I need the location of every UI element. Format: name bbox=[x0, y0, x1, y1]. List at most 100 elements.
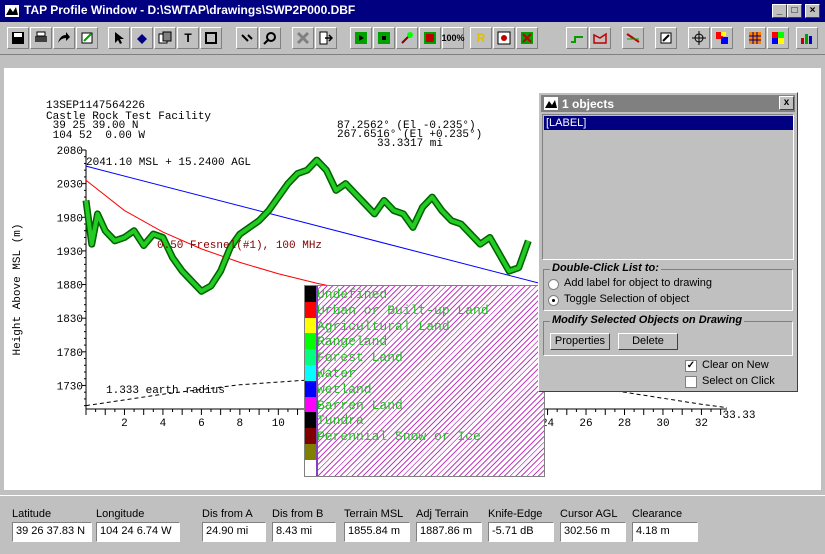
bar-chart-icon[interactable] bbox=[796, 27, 818, 49]
maximize-button[interactable]: □ bbox=[787, 4, 802, 18]
minimize-button[interactable]: _ bbox=[772, 4, 787, 18]
edit-properties-icon[interactable] bbox=[76, 27, 98, 49]
add-label-radio[interactable] bbox=[548, 279, 559, 290]
legend-swatch bbox=[305, 301, 316, 318]
app-icon bbox=[5, 5, 19, 17]
status-label: Dis from B bbox=[272, 508, 324, 520]
x-tick-label: 6 bbox=[198, 418, 205, 430]
toggle-selection-radio[interactable] bbox=[548, 295, 559, 306]
frame-icon[interactable] bbox=[200, 27, 222, 49]
legend-swatch bbox=[305, 286, 316, 302]
status-label: Terrain MSL bbox=[344, 508, 404, 520]
status-value: -5.71 dB bbox=[488, 522, 554, 542]
double-click-group: Double-Click List to: Add label for obje… bbox=[543, 262, 793, 311]
status-label: Clearance bbox=[632, 508, 683, 520]
properties-button[interactable]: Properties bbox=[550, 333, 610, 350]
legend-label: Tundra bbox=[317, 413, 364, 429]
x-tick-label: 2 bbox=[121, 418, 128, 430]
dialog-close-button[interactable]: x bbox=[779, 96, 794, 110]
wand-icon[interactable] bbox=[396, 27, 418, 49]
crosshair-icon[interactable] bbox=[688, 27, 710, 49]
earth-radius-label: 1.333 earth radius bbox=[106, 385, 225, 397]
y-tick-label: 1730 bbox=[57, 381, 83, 393]
palette-icon[interactable] bbox=[767, 27, 789, 49]
y-tick-label: 1880 bbox=[57, 281, 83, 293]
y-tick-label: 1780 bbox=[57, 348, 83, 360]
text-tool-icon[interactable]: T bbox=[177, 27, 199, 49]
site-longitude: 104 52 0.00 W bbox=[46, 130, 146, 142]
select-on-click-label: Select on Click bbox=[702, 375, 775, 387]
legend-swatch bbox=[305, 412, 316, 429]
legend-label: Undefined bbox=[317, 287, 388, 302]
fresnel-zone-icon[interactable] bbox=[622, 27, 644, 49]
grid-icon[interactable] bbox=[744, 27, 766, 49]
record-icon[interactable] bbox=[493, 27, 515, 49]
pan-icon[interactable] bbox=[655, 27, 677, 49]
probe-icon[interactable] bbox=[236, 27, 258, 49]
status-label: Adj Terrain bbox=[416, 508, 469, 520]
status-value: 8.43 mi bbox=[272, 522, 336, 542]
zoom-100-icon[interactable]: 100% bbox=[441, 27, 465, 49]
y-axis-label: Height Above MSL (m) bbox=[12, 223, 24, 355]
color-icon[interactable] bbox=[711, 27, 733, 49]
legend-label: Barren Land bbox=[317, 397, 403, 413]
status-value: 4.18 m bbox=[632, 522, 698, 542]
land-use-legend: Undefined Urban or Built-up Land Agricultu… bbox=[304, 285, 545, 477]
delete-x-icon[interactable] bbox=[292, 27, 314, 49]
objects-dialog: 1 objects x [LABEL] Double-Click List to… bbox=[538, 92, 798, 392]
list-item[interactable]: [LABEL] bbox=[544, 116, 793, 130]
pointer-icon[interactable] bbox=[108, 27, 130, 49]
export-arrow-icon[interactable] bbox=[53, 27, 75, 49]
save-icon[interactable] bbox=[7, 27, 29, 49]
status-value: 302.56 m bbox=[560, 522, 626, 542]
title-bar: TAP Profile Window - D:\SWTAP\drawings\S… bbox=[0, 0, 825, 22]
x-tick-label: 30 bbox=[656, 418, 669, 430]
r-tool-icon[interactable]: R bbox=[470, 27, 492, 49]
legend-label: Perennial Snow or Ice bbox=[317, 429, 481, 445]
legend-label: Forest Land bbox=[317, 350, 403, 366]
delete-button[interactable]: Delete bbox=[618, 333, 678, 350]
legend-swatch bbox=[305, 349, 316, 366]
clear-on-new-label: Clear on New bbox=[702, 359, 769, 371]
x-tick-label: 4 bbox=[160, 418, 167, 430]
magnify-icon[interactable] bbox=[259, 27, 281, 49]
legend-swatch bbox=[305, 396, 316, 413]
terrain-profile-icon[interactable] bbox=[589, 27, 611, 49]
status-label: Dis from A bbox=[202, 508, 253, 520]
legend-label: Urban or Built-up Land bbox=[317, 302, 489, 318]
x-tick-label: 28 bbox=[618, 418, 631, 430]
add-label-text: Add label for object to drawing bbox=[564, 277, 712, 289]
clear-on-new-checkbox[interactable]: ✓ bbox=[685, 360, 697, 372]
y-tick-label: 2030 bbox=[57, 180, 83, 192]
legend-item bbox=[305, 459, 544, 478]
close-button[interactable]: × bbox=[805, 4, 820, 18]
x-max-label: 33.33 bbox=[722, 410, 755, 422]
dialog-title-bar[interactable]: 1 objects x bbox=[541, 95, 795, 112]
layers-icon[interactable] bbox=[154, 27, 176, 49]
legend-label: Wetland bbox=[317, 381, 372, 397]
print-icon[interactable] bbox=[30, 27, 52, 49]
legend-label: Water bbox=[317, 366, 357, 381]
status-value: 1855.84 m bbox=[344, 522, 410, 542]
modify-group-title: Modify Selected Objects on Drawing bbox=[550, 314, 745, 326]
insert-icon[interactable] bbox=[315, 27, 337, 49]
legend-swatch bbox=[305, 459, 316, 476]
red-box-icon[interactable] bbox=[419, 27, 441, 49]
legend-swatch bbox=[305, 380, 316, 397]
green-dot-icon[interactable] bbox=[373, 27, 395, 49]
stop-icon[interactable] bbox=[516, 27, 538, 49]
legend-swatch bbox=[305, 317, 316, 334]
green-play-icon[interactable] bbox=[350, 27, 372, 49]
fill-icon[interactable] bbox=[131, 27, 153, 49]
legend-swatch bbox=[305, 428, 316, 445]
y-tick-label: 2080 bbox=[57, 146, 83, 158]
objects-list[interactable]: [LABEL] bbox=[542, 114, 794, 260]
legend-label: Agricultural Land bbox=[317, 318, 450, 334]
y-tick-label: 1930 bbox=[57, 247, 83, 259]
x-tick-label: 32 bbox=[695, 418, 708, 430]
double-click-group-title: Double-Click List to: bbox=[550, 262, 661, 274]
legend-swatch bbox=[305, 365, 316, 381]
fresnel-label: 0.50 Fresnel(#1), 100 MHz bbox=[157, 240, 323, 252]
step-profile-icon[interactable] bbox=[566, 27, 588, 49]
select-on-click-checkbox[interactable] bbox=[685, 376, 697, 388]
